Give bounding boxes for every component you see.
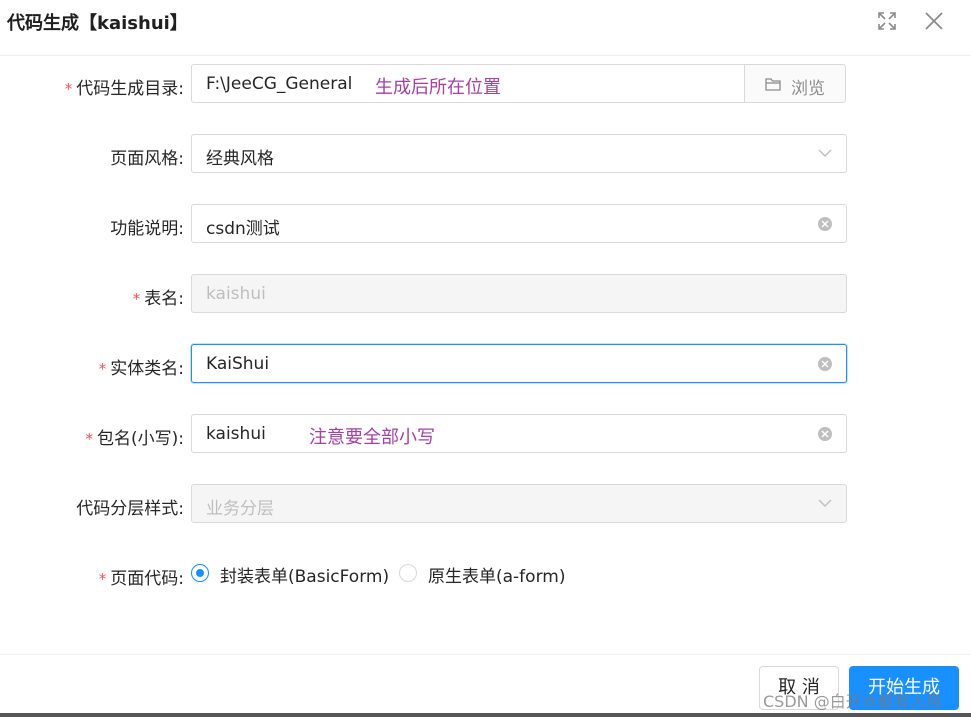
page-style-value: 经典风格 [206, 149, 274, 169]
package-name-input[interactable]: kaishui 注意要全部小写 [191, 414, 847, 453]
package-name-value: kaishui [206, 424, 266, 444]
layer-style-label: 代码分层样式: [76, 499, 184, 519]
entity-name-value: KaiShui [206, 354, 270, 374]
required-mark: * [98, 570, 107, 588]
fullscreen-icon[interactable] [876, 10, 898, 32]
package-name-label: * 包名(小写): [85, 429, 185, 449]
page-style-select[interactable]: 经典风格 [191, 134, 847, 173]
radio-checked-icon [191, 564, 209, 582]
layer-style-select: 业务分层 [191, 484, 847, 523]
form-row-page-code: * 页面代码: 封装表单(BasicForm) 原生表单(a-form) [0, 554, 971, 594]
clear-icon[interactable] [818, 217, 832, 231]
chevron-down-icon [818, 149, 832, 157]
page-code-label: * 页面代码: [98, 569, 184, 589]
table-name-value: kaishui [206, 284, 266, 304]
form-row-description: 功能说明: csdn测试 [0, 204, 971, 244]
description-value: csdn测试 [206, 219, 280, 239]
modal-title: 代码生成【kaishui】 [7, 13, 188, 34]
page-style-label: 页面风格: [110, 149, 184, 169]
clear-icon[interactable] [818, 427, 832, 441]
clear-icon[interactable] [818, 357, 832, 371]
output-dir-note: 生成后所在位置 [375, 77, 501, 98]
entity-name-input[interactable]: KaiShui [191, 344, 847, 383]
required-mark: * [64, 80, 73, 98]
browse-label: 浏览 [791, 79, 825, 99]
watermark: CSDN @白开水都有人用 [763, 692, 942, 711]
package-name-note: 注意要全部小写 [309, 427, 435, 448]
radio-basic-form-label: 封装表单(BasicForm) [220, 567, 390, 587]
form-row-entity-name: * 实体类名: KaiShui [0, 344, 971, 384]
output-dir-value: F:\JeeCG_General [206, 74, 353, 94]
chevron-down-icon [818, 499, 832, 507]
entity-name-label: * 实体类名: [98, 359, 184, 379]
close-icon[interactable] [923, 10, 945, 32]
output-dir-input[interactable]: F:\JeeCG_General 生成后所在位置 [191, 64, 745, 103]
form-row-page-style: 页面风格: 经典风格 [0, 134, 971, 174]
layer-style-value: 业务分层 [206, 499, 274, 519]
modal-header: 代码生成【kaishui】 [0, 0, 971, 56]
required-mark: * [132, 290, 141, 308]
required-mark: * [85, 430, 94, 448]
form-row-table-name: * 表名: kaishui [0, 274, 971, 314]
description-label: 功能说明: [110, 219, 184, 239]
table-name-input: kaishui [191, 274, 847, 313]
radio-a-form-label: 原生表单(a-form) [428, 567, 566, 587]
folder-icon [765, 78, 781, 91]
form-row-output-dir: * 代码生成目录: F:\JeeCG_General 生成后所在位置 浏览 [0, 64, 971, 104]
bottom-divider [0, 713, 971, 717]
browse-button[interactable]: 浏览 [744, 64, 846, 103]
description-input[interactable]: csdn测试 [191, 204, 847, 243]
output-dir-label: * 代码生成目录: [64, 79, 184, 99]
radio-unchecked-icon [399, 564, 417, 582]
form-row-layer-style: 代码分层样式: 业务分层 [0, 484, 971, 524]
form-row-package-name: * 包名(小写): kaishui 注意要全部小写 [0, 414, 971, 454]
required-mark: * [98, 360, 107, 378]
table-name-label: * 表名: [132, 289, 184, 309]
